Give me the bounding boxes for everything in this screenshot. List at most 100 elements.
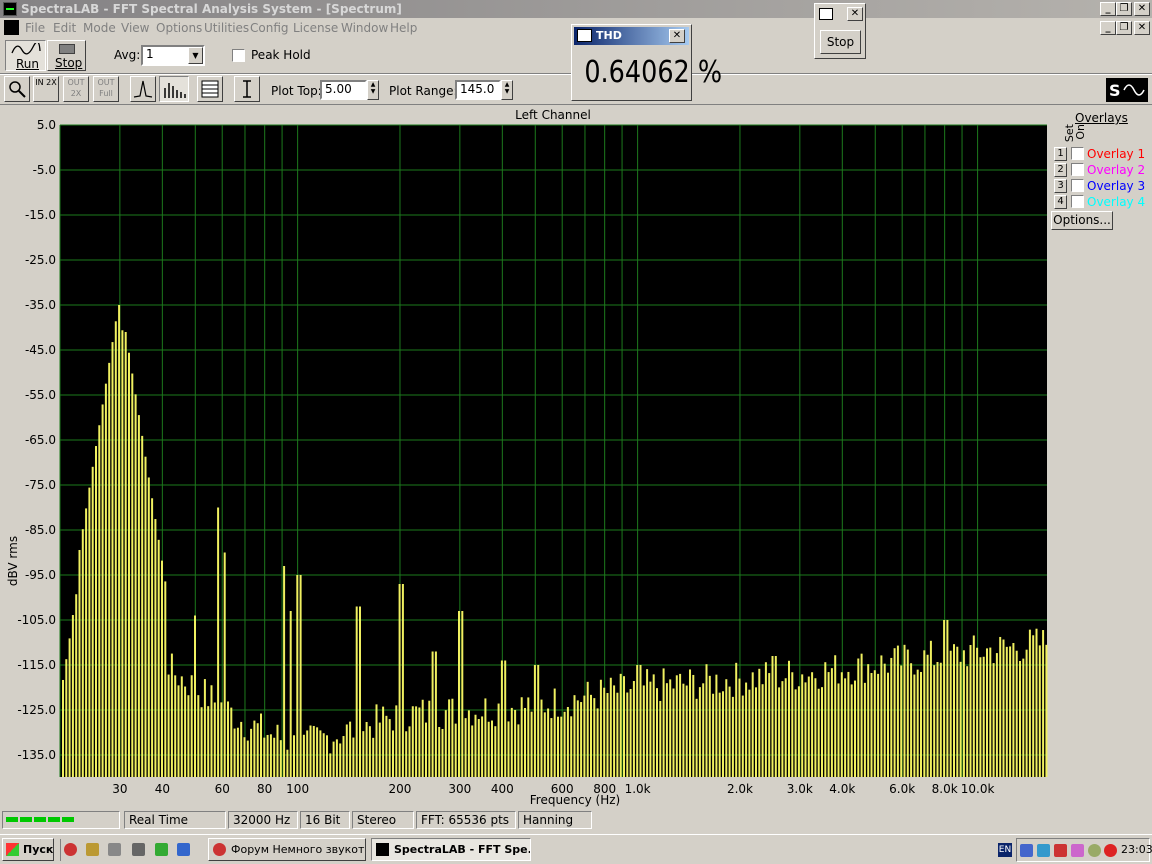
quicklaunch-icon-3[interactable] — [108, 843, 121, 856]
task-button-forum[interactable]: Форум Немного звукот... — [208, 838, 366, 861]
menu-edit[interactable]: Edit — [53, 21, 76, 35]
spectrum-bar — [62, 679, 64, 777]
x-tick-label: 2.0k — [727, 782, 753, 796]
app-icon — [3, 2, 17, 16]
child-minimize-button[interactable]: _ — [1100, 21, 1116, 35]
y-tick-label: -85.0 — [25, 523, 56, 537]
spectrum-bar — [966, 666, 969, 777]
spectrum-bar — [428, 700, 431, 777]
stop-button[interactable]: Stop — [47, 40, 86, 71]
spectrum-bar — [335, 739, 338, 777]
close-button[interactable]: ✕ — [1134, 2, 1150, 16]
zoom-out-full-button[interactable]: OUT Full — [93, 76, 119, 102]
spectrum-bar — [900, 665, 903, 777]
menu-utilities[interactable]: Utilities — [204, 21, 249, 35]
child-close-button[interactable]: ✕ — [1134, 21, 1150, 35]
spectrum-bar — [454, 723, 457, 777]
spectrum-bar — [1015, 650, 1018, 777]
bar-graph-icon — [164, 83, 186, 98]
line-plot-button[interactable] — [130, 76, 156, 102]
spectrum-bar — [220, 702, 223, 777]
spectrum-bar — [979, 657, 982, 777]
overlay-options-button[interactable]: Options... — [1051, 211, 1113, 230]
spectrum-bar — [266, 734, 269, 777]
spectrum-bar — [586, 681, 589, 777]
chevron-down-icon[interactable]: ▼ — [188, 47, 203, 64]
stop-window-button[interactable]: Stop — [820, 30, 861, 54]
peak-hold-checkbox[interactable] — [232, 49, 245, 62]
plot-top-spinner[interactable]: ▲ ▼ — [367, 80, 379, 100]
plot-range-input[interactable]: 145.0 — [455, 80, 501, 100]
network-icon[interactable] — [1020, 844, 1033, 857]
menu-file[interactable]: File — [25, 21, 45, 35]
spectrum-bar — [844, 678, 847, 777]
spectrum-bar — [530, 711, 533, 777]
quicklaunch-icon-6[interactable] — [177, 843, 190, 856]
menu-license[interactable]: License — [293, 21, 338, 35]
zoom-out-2x-button[interactable]: OUT 2X — [63, 76, 89, 102]
spectrum-chart[interactable]: Left Channel 5.0 -5.0 -15.0 -25.0 -35.0 -45.0… — [0, 105, 1050, 810]
overlay-4-checkbox[interactable] — [1071, 195, 1084, 208]
stop-window-close-button[interactable]: ✕ — [847, 7, 863, 21]
tray-icon-2[interactable] — [1037, 844, 1050, 857]
bar-plot-button[interactable] — [159, 76, 189, 102]
overlay-3-checkbox[interactable] — [1071, 179, 1084, 192]
task-label-spectralab: SpectraLAB - FFT Spe... — [394, 843, 531, 856]
zoom-tool-button[interactable] — [4, 76, 30, 102]
overlay-2-checkbox[interactable] — [1071, 163, 1084, 176]
menu-window[interactable]: Window — [341, 21, 388, 35]
spectrum-bar — [401, 584, 404, 777]
spectrum-bar — [418, 707, 421, 777]
table-view-button[interactable] — [197, 76, 223, 102]
spectrum-bar — [573, 695, 576, 777]
mdi-child-icon[interactable] — [4, 20, 19, 35]
plot-top-input[interactable]: 5.00 — [320, 80, 367, 100]
level-meter — [2, 811, 120, 829]
thd-close-button[interactable]: ✕ — [669, 29, 685, 43]
overlay-1-set-button[interactable]: 1 — [1054, 147, 1067, 161]
quicklaunch-icon-2[interactable] — [86, 843, 99, 856]
menu-view[interactable]: View — [121, 21, 149, 35]
peak-line-icon — [133, 80, 153, 98]
plot-area[interactable] — [60, 125, 1047, 777]
antivirus-icon[interactable] — [1054, 844, 1067, 857]
task-button-spectralab[interactable]: SpectraLAB - FFT Spe... — [371, 838, 531, 861]
overlay-2-set-button[interactable]: 2 — [1054, 163, 1067, 177]
spectrum-bar — [184, 686, 187, 777]
tray-icon-5[interactable] — [1088, 844, 1101, 857]
menu-config[interactable]: Config — [250, 21, 289, 35]
tray-icon-4[interactable] — [1071, 844, 1084, 857]
run-button[interactable]: Run — [5, 40, 46, 71]
avg-select[interactable]: 1 ▼ — [141, 45, 205, 66]
quicklaunch-icon-4[interactable] — [132, 843, 145, 856]
menu-options[interactable]: Options — [156, 21, 202, 35]
zoom-in-2x-button[interactable]: IN 2X — [33, 76, 59, 102]
overlay-4-set-button[interactable]: 4 — [1054, 195, 1067, 209]
spectrum-bar — [986, 648, 988, 777]
language-indicator[interactable]: EN — [998, 843, 1012, 857]
overlay-1-checkbox[interactable] — [1071, 147, 1084, 160]
menu-mode[interactable]: Mode — [83, 21, 116, 35]
status-window: Hanning — [518, 811, 592, 829]
start-button[interactable]: Пуск — [2, 838, 54, 861]
spectrum-bar — [111, 342, 114, 777]
spectrum-bar — [847, 671, 850, 777]
opera-icon[interactable] — [64, 843, 77, 856]
power-icon[interactable] — [1104, 844, 1117, 857]
overlay-3-set-button[interactable]: 3 — [1054, 179, 1067, 193]
cursor-button[interactable] — [234, 76, 260, 102]
spectrum-bar — [801, 674, 804, 777]
spectrum-bar — [669, 679, 672, 777]
quicklaunch-icon-5[interactable] — [155, 843, 168, 856]
thd-app-icon — [577, 29, 592, 42]
child-restore-button[interactable]: ❐ — [1116, 21, 1132, 35]
spectrum-bar — [781, 681, 784, 777]
spectrum-bar — [527, 697, 530, 777]
system-tray: 23:03 — [1016, 838, 1152, 862]
menu-help[interactable]: Help — [390, 21, 417, 35]
minimize-button[interactable]: _ — [1100, 2, 1116, 16]
spectrum-bar — [319, 730, 322, 777]
plot-range-spinner[interactable]: ▲ ▼ — [501, 80, 513, 100]
spectrum-bar — [550, 718, 553, 777]
restore-button[interactable]: ❐ — [1116, 2, 1132, 16]
